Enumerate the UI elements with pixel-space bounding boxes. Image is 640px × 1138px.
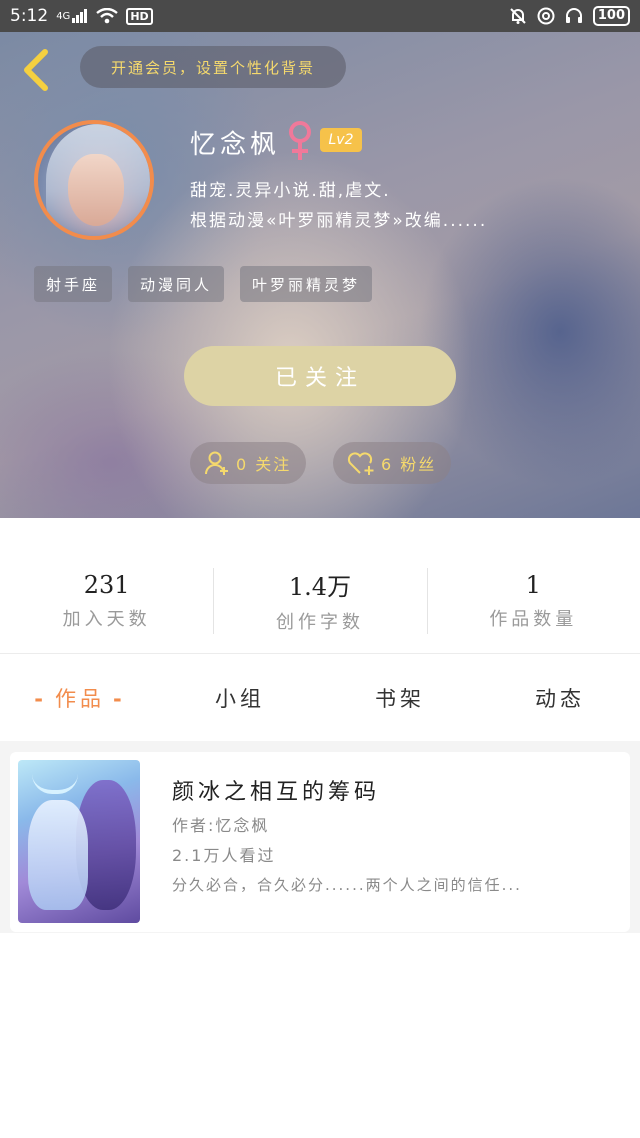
tab-groups[interactable]: 小组: [160, 683, 320, 713]
stat-label: 创作字数: [275, 612, 364, 633]
tab-bar: 作品 小组 书架 动态: [0, 655, 640, 741]
status-left: 5:12 4G HD: [10, 6, 153, 26]
heart-add-icon: [347, 452, 374, 475]
back-button[interactable]: [16, 49, 56, 91]
stat-join-days: 231 加入天数: [0, 518, 213, 653]
stat-label: 作品数量: [489, 608, 578, 630]
cover-crown: [32, 774, 78, 794]
bio: 甜宠.灵异小说.甜,虐文. 根据动漫«叶罗丽精灵梦»改编......: [190, 176, 487, 236]
signal-label: 4G: [56, 10, 71, 22]
female-icon: [289, 121, 311, 160]
tag-item[interactable]: 动漫同人: [128, 266, 225, 302]
status-right: 100: [509, 6, 630, 26]
stat-value: 1.4万: [288, 573, 352, 601]
book-cover-image[interactable]: [18, 760, 140, 923]
tag-item[interactable]: 射手座: [34, 266, 113, 302]
fans-count: 6 粉丝: [381, 455, 437, 474]
vip-background-button[interactable]: 开通会员，设置个性化背景: [80, 46, 346, 88]
at-icon: [537, 7, 555, 25]
stat-value: 231: [83, 570, 130, 599]
tag-list: 射手座 动漫同人 叶罗丽精灵梦: [34, 266, 373, 302]
tab-bookshelf[interactable]: 书架: [320, 683, 480, 713]
level-badge: Lv2: [320, 128, 362, 152]
book-title[interactable]: 颜冰之相互的筹码: [172, 774, 380, 806]
chevron-left-icon: [24, 49, 48, 91]
book-author: 作者:忆念枫: [172, 816, 270, 835]
following-count: 0 关注: [236, 455, 292, 474]
book-views: 2.1万人看过: [172, 846, 276, 865]
summary-stats: 231 加入天数 1.4万 创作字数 1 作品数量: [0, 518, 640, 654]
book-card[interactable]: 颜冰之相互的筹码 作者:忆念枫 2.1万人看过 分久必合，合久必分......两…: [10, 752, 630, 932]
bio-line: 根据动漫«叶罗丽精灵梦»改编......: [190, 211, 488, 231]
profile-header: 开通会员，设置个性化背景 忆念枫 Lv2 甜宠.灵异小说.甜,虐文. 根据动漫«…: [0, 32, 640, 518]
signal-icon: 4G: [56, 9, 88, 23]
stat-work-count: 1 作品数量: [426, 518, 640, 653]
status-time: 5:12: [10, 6, 49, 26]
avatar-face: [68, 154, 124, 226]
username: 忆念枫: [190, 130, 281, 160]
user-add-icon: [205, 451, 228, 475]
avatar[interactable]: [34, 120, 154, 240]
status-bar: 5:12 4G HD 100: [0, 0, 640, 32]
hd-badge: HD: [126, 7, 153, 25]
book-description: 分久必合，合久必分......两个人之间的信任...: [172, 876, 522, 894]
stat-value: 1: [525, 570, 541, 599]
fans-button[interactable]: 6 粉丝: [333, 442, 451, 484]
headset-icon: [565, 7, 583, 25]
tab-works[interactable]: 作品: [0, 683, 160, 713]
mute-icon: [509, 7, 527, 25]
stat-label: 加入天数: [62, 608, 151, 630]
cover-figure: [28, 800, 88, 910]
battery-indicator: 100: [592, 6, 630, 26]
tag-item[interactable]: 叶罗丽精灵梦: [240, 266, 373, 302]
stat-word-count: 1.4万 创作字数: [213, 518, 426, 653]
following-button[interactable]: 0 关注: [190, 442, 306, 484]
bio-line: 甜宠.灵异小说.甜,虐文.: [190, 181, 391, 201]
wifi-icon: [96, 8, 119, 24]
tab-activity[interactable]: 动态: [480, 683, 640, 713]
follow-button[interactable]: 已关注: [184, 346, 456, 406]
